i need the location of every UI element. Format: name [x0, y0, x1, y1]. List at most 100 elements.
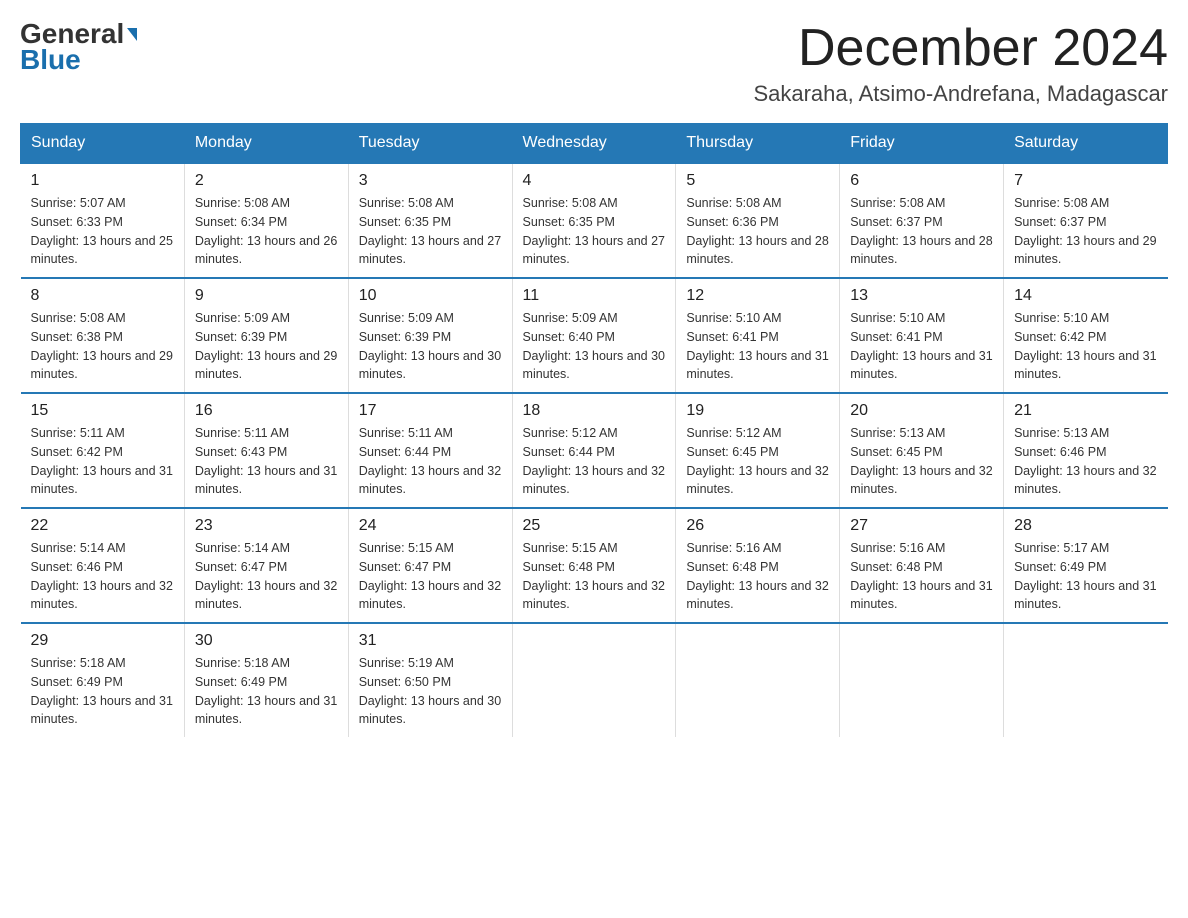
- day-number: 21: [1014, 402, 1157, 420]
- day-number: 16: [195, 402, 338, 420]
- calendar-day-cell: 4 Sunrise: 5:08 AM Sunset: 6:35 PM Dayli…: [512, 163, 676, 278]
- day-number: 26: [686, 517, 829, 535]
- day-info: Sunrise: 5:11 AM Sunset: 6:42 PM Dayligh…: [31, 424, 174, 499]
- day-number: 1: [31, 172, 174, 190]
- calendar-week-row: 15 Sunrise: 5:11 AM Sunset: 6:42 PM Dayl…: [21, 393, 1168, 508]
- col-tuesday: Tuesday: [348, 124, 512, 164]
- calendar-day-cell: 15 Sunrise: 5:11 AM Sunset: 6:42 PM Dayl…: [21, 393, 185, 508]
- day-number: 15: [31, 402, 174, 420]
- day-number: 7: [1014, 172, 1157, 190]
- calendar-day-cell: 25 Sunrise: 5:15 AM Sunset: 6:48 PM Dayl…: [512, 508, 676, 623]
- day-info: Sunrise: 5:12 AM Sunset: 6:44 PM Dayligh…: [523, 424, 666, 499]
- page-header: General Blue December 2024 Sakaraha, Ats…: [20, 20, 1168, 107]
- calendar-day-cell: 21 Sunrise: 5:13 AM Sunset: 6:46 PM Dayl…: [1004, 393, 1168, 508]
- header-row: Sunday Monday Tuesday Wednesday Thursday…: [21, 124, 1168, 164]
- col-sunday: Sunday: [21, 124, 185, 164]
- day-number: 22: [31, 517, 174, 535]
- col-wednesday: Wednesday: [512, 124, 676, 164]
- calendar-day-cell: 18 Sunrise: 5:12 AM Sunset: 6:44 PM Dayl…: [512, 393, 676, 508]
- day-number: 23: [195, 517, 338, 535]
- day-info: Sunrise: 5:10 AM Sunset: 6:41 PM Dayligh…: [850, 309, 993, 384]
- calendar-day-cell: [676, 623, 840, 737]
- calendar-body: 1 Sunrise: 5:07 AM Sunset: 6:33 PM Dayli…: [21, 163, 1168, 737]
- day-info: Sunrise: 5:09 AM Sunset: 6:39 PM Dayligh…: [195, 309, 338, 384]
- col-monday: Monday: [184, 124, 348, 164]
- month-title: December 2024: [753, 20, 1168, 77]
- day-number: 29: [31, 632, 174, 650]
- day-number: 28: [1014, 517, 1157, 535]
- day-info: Sunrise: 5:14 AM Sunset: 6:47 PM Dayligh…: [195, 539, 338, 614]
- day-number: 9: [195, 287, 338, 305]
- calendar-day-cell: 11 Sunrise: 5:09 AM Sunset: 6:40 PM Dayl…: [512, 278, 676, 393]
- calendar-day-cell: 24 Sunrise: 5:15 AM Sunset: 6:47 PM Dayl…: [348, 508, 512, 623]
- day-number: 25: [523, 517, 666, 535]
- day-info: Sunrise: 5:09 AM Sunset: 6:39 PM Dayligh…: [359, 309, 502, 384]
- day-number: 5: [686, 172, 829, 190]
- day-info: Sunrise: 5:18 AM Sunset: 6:49 PM Dayligh…: [31, 654, 174, 729]
- day-number: 19: [686, 402, 829, 420]
- day-number: 3: [359, 172, 502, 190]
- calendar-day-cell: 16 Sunrise: 5:11 AM Sunset: 6:43 PM Dayl…: [184, 393, 348, 508]
- day-info: Sunrise: 5:15 AM Sunset: 6:48 PM Dayligh…: [523, 539, 666, 614]
- day-info: Sunrise: 5:12 AM Sunset: 6:45 PM Dayligh…: [686, 424, 829, 499]
- col-saturday: Saturday: [1004, 124, 1168, 164]
- day-info: Sunrise: 5:13 AM Sunset: 6:46 PM Dayligh…: [1014, 424, 1157, 499]
- calendar-day-cell: 14 Sunrise: 5:10 AM Sunset: 6:42 PM Dayl…: [1004, 278, 1168, 393]
- day-info: Sunrise: 5:08 AM Sunset: 6:37 PM Dayligh…: [1014, 194, 1157, 269]
- calendar-day-cell: 10 Sunrise: 5:09 AM Sunset: 6:39 PM Dayl…: [348, 278, 512, 393]
- calendar-table: Sunday Monday Tuesday Wednesday Thursday…: [20, 123, 1168, 737]
- day-info: Sunrise: 5:15 AM Sunset: 6:47 PM Dayligh…: [359, 539, 502, 614]
- calendar-day-cell: 3 Sunrise: 5:08 AM Sunset: 6:35 PM Dayli…: [348, 163, 512, 278]
- day-number: 10: [359, 287, 502, 305]
- day-info: Sunrise: 5:11 AM Sunset: 6:43 PM Dayligh…: [195, 424, 338, 499]
- day-number: 17: [359, 402, 502, 420]
- day-info: Sunrise: 5:08 AM Sunset: 6:37 PM Dayligh…: [850, 194, 993, 269]
- calendar-day-cell: [1004, 623, 1168, 737]
- day-info: Sunrise: 5:14 AM Sunset: 6:46 PM Dayligh…: [31, 539, 174, 614]
- day-number: 11: [523, 287, 666, 305]
- day-number: 27: [850, 517, 993, 535]
- col-friday: Friday: [840, 124, 1004, 164]
- day-info: Sunrise: 5:18 AM Sunset: 6:49 PM Dayligh…: [195, 654, 338, 729]
- day-info: Sunrise: 5:16 AM Sunset: 6:48 PM Dayligh…: [850, 539, 993, 614]
- day-number: 12: [686, 287, 829, 305]
- calendar-week-row: 22 Sunrise: 5:14 AM Sunset: 6:46 PM Dayl…: [21, 508, 1168, 623]
- calendar-day-cell: 22 Sunrise: 5:14 AM Sunset: 6:46 PM Dayl…: [21, 508, 185, 623]
- day-number: 18: [523, 402, 666, 420]
- logo-text-line2: Blue: [20, 44, 81, 76]
- day-number: 30: [195, 632, 338, 650]
- day-info: Sunrise: 5:10 AM Sunset: 6:42 PM Dayligh…: [1014, 309, 1157, 384]
- calendar-day-cell: 7 Sunrise: 5:08 AM Sunset: 6:37 PM Dayli…: [1004, 163, 1168, 278]
- calendar-day-cell: [840, 623, 1004, 737]
- calendar-day-cell: 19 Sunrise: 5:12 AM Sunset: 6:45 PM Dayl…: [676, 393, 840, 508]
- day-number: 13: [850, 287, 993, 305]
- calendar-day-cell: 8 Sunrise: 5:08 AM Sunset: 6:38 PM Dayli…: [21, 278, 185, 393]
- day-info: Sunrise: 5:13 AM Sunset: 6:45 PM Dayligh…: [850, 424, 993, 499]
- calendar-day-cell: 12 Sunrise: 5:10 AM Sunset: 6:41 PM Dayl…: [676, 278, 840, 393]
- calendar-day-cell: 26 Sunrise: 5:16 AM Sunset: 6:48 PM Dayl…: [676, 508, 840, 623]
- calendar-week-row: 1 Sunrise: 5:07 AM Sunset: 6:33 PM Dayli…: [21, 163, 1168, 278]
- day-number: 4: [523, 172, 666, 190]
- day-info: Sunrise: 5:08 AM Sunset: 6:35 PM Dayligh…: [523, 194, 666, 269]
- col-thursday: Thursday: [676, 124, 840, 164]
- location-title: Sakaraha, Atsimo-Andrefana, Madagascar: [753, 81, 1168, 107]
- day-number: 6: [850, 172, 993, 190]
- calendar-header: Sunday Monday Tuesday Wednesday Thursday…: [21, 124, 1168, 164]
- day-info: Sunrise: 5:09 AM Sunset: 6:40 PM Dayligh…: [523, 309, 666, 384]
- calendar-day-cell: 29 Sunrise: 5:18 AM Sunset: 6:49 PM Dayl…: [21, 623, 185, 737]
- day-info: Sunrise: 5:10 AM Sunset: 6:41 PM Dayligh…: [686, 309, 829, 384]
- calendar-day-cell: [512, 623, 676, 737]
- day-info: Sunrise: 5:16 AM Sunset: 6:48 PM Dayligh…: [686, 539, 829, 614]
- calendar-day-cell: 13 Sunrise: 5:10 AM Sunset: 6:41 PM Dayl…: [840, 278, 1004, 393]
- day-info: Sunrise: 5:08 AM Sunset: 6:38 PM Dayligh…: [31, 309, 174, 384]
- day-info: Sunrise: 5:19 AM Sunset: 6:50 PM Dayligh…: [359, 654, 502, 729]
- calendar-day-cell: 5 Sunrise: 5:08 AM Sunset: 6:36 PM Dayli…: [676, 163, 840, 278]
- day-number: 14: [1014, 287, 1157, 305]
- day-info: Sunrise: 5:08 AM Sunset: 6:36 PM Dayligh…: [686, 194, 829, 269]
- logo: General Blue: [20, 20, 137, 76]
- calendar-day-cell: 9 Sunrise: 5:09 AM Sunset: 6:39 PM Dayli…: [184, 278, 348, 393]
- calendar-day-cell: 27 Sunrise: 5:16 AM Sunset: 6:48 PM Dayl…: [840, 508, 1004, 623]
- day-info: Sunrise: 5:07 AM Sunset: 6:33 PM Dayligh…: [31, 194, 174, 269]
- calendar-week-row: 29 Sunrise: 5:18 AM Sunset: 6:49 PM Dayl…: [21, 623, 1168, 737]
- calendar-week-row: 8 Sunrise: 5:08 AM Sunset: 6:38 PM Dayli…: [21, 278, 1168, 393]
